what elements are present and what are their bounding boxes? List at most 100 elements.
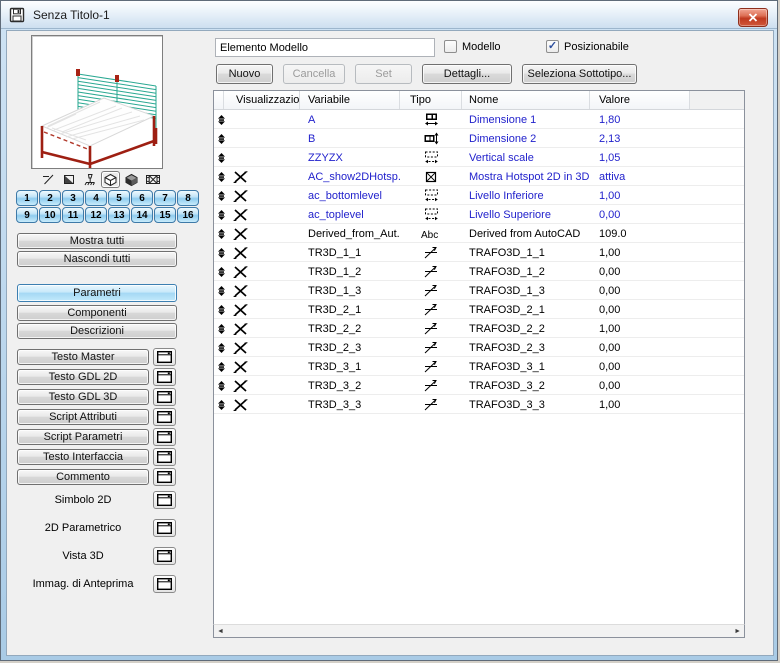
name-cell[interactable]: TRAFO3D_2_1 xyxy=(462,304,590,316)
variable-cell[interactable]: ac_bottomlevel xyxy=(300,190,400,202)
table-row[interactable]: AC_show2DHotsp...Mostra Hotspot 2D in 3D… xyxy=(214,167,744,186)
horizontal-scrollbar[interactable]: ◄ ► xyxy=(213,624,745,638)
value-cell[interactable]: 0,00 xyxy=(590,361,690,373)
name-cell[interactable]: Livello Superiore xyxy=(462,209,590,221)
page-button-1[interactable]: 1 xyxy=(16,190,38,206)
variable-cell[interactable]: ac_toplevel xyxy=(300,209,400,221)
variable-cell[interactable]: TR3D_2_1 xyxy=(300,304,400,316)
value-cell[interactable]: 0,00 xyxy=(590,304,690,316)
scroll-right-icon[interactable]: ► xyxy=(734,628,741,635)
move-updown-icon[interactable] xyxy=(217,399,233,411)
page-button-11[interactable]: 11 xyxy=(62,207,84,223)
value-cell[interactable]: 1,80 xyxy=(590,114,690,126)
hidden-parameter-icon[interactable] xyxy=(233,228,253,240)
page-button-5[interactable]: 5 xyxy=(108,190,130,206)
table-row[interactable]: TR3D_3_1TRAFO3D_3_10,00 xyxy=(214,357,744,376)
table-row[interactable]: ac_toplevelLivello Superiore0,00 xyxy=(214,205,744,224)
scroll-left-icon[interactable]: ◄ xyxy=(217,628,224,635)
value-cell[interactable]: 0,00 xyxy=(590,342,690,354)
name-cell[interactable]: TRAFO3D_2_2 xyxy=(462,323,590,335)
hidden-parameter-icon[interactable] xyxy=(233,209,253,221)
open-cube-icon[interactable] xyxy=(101,171,120,188)
name-cell[interactable]: TRAFO3D_1_3 xyxy=(462,285,590,297)
hidden-parameter-icon[interactable] xyxy=(233,380,253,392)
name-cell[interactable]: TRAFO3D_1_1 xyxy=(462,247,590,259)
value-cell[interactable]: 1,05 xyxy=(590,152,690,164)
open-testo-gdl-2d-window-button[interactable] xyxy=(153,368,176,386)
page-button-16[interactable]: 16 xyxy=(177,207,199,223)
testo-master-button[interactable]: Testo Master xyxy=(17,349,149,365)
nascondi-tutti-button[interactable]: Nascondi tutti xyxy=(17,251,177,267)
page-button-12[interactable]: 12 xyxy=(85,207,107,223)
open-2d-parametrico-window-button[interactable] xyxy=(153,519,176,537)
page-button-6[interactable]: 6 xyxy=(131,190,153,206)
table-row[interactable]: ac_bottomlevel Livello Inferiore1,00 xyxy=(214,186,744,205)
variable-cell[interactable]: AC_show2DHotsp... xyxy=(300,171,400,183)
open-immag-di-anteprima-window-button[interactable] xyxy=(153,575,176,593)
variable-cell[interactable]: TR3D_1_1 xyxy=(300,247,400,259)
hidden-parameter-icon[interactable] xyxy=(233,285,253,297)
value-cell[interactable]: 0,00 xyxy=(590,285,690,297)
page-button-2[interactable]: 2 xyxy=(39,190,61,206)
table-row[interactable]: TR3D_2_1 TRAFO3D_2_10,00 xyxy=(214,300,744,319)
nuovo-button[interactable]: Nuovo xyxy=(216,64,273,84)
componenti-button[interactable]: Componenti xyxy=(17,305,177,321)
column-header-tipo[interactable]: Tipo xyxy=(400,91,462,109)
open-script-attributi-window-button[interactable] xyxy=(153,408,176,426)
wireframe-icon[interactable] xyxy=(38,171,57,188)
close-button[interactable] xyxy=(738,8,768,27)
table-row[interactable]: TR3D_1_2 TRAFO3D_1_20,00 xyxy=(214,262,744,281)
open-vista-3d-window-button[interactable] xyxy=(153,547,176,565)
hidden-parameter-icon[interactable] xyxy=(233,323,253,335)
page-button-14[interactable]: 14 xyxy=(131,207,153,223)
table-row[interactable]: TR3D_2_2TRAFO3D_2_21,00 xyxy=(214,319,744,338)
page-button-8[interactable]: 8 xyxy=(177,190,199,206)
table-row[interactable]: TR3D_2_3TRAFO3D_2_30,00 xyxy=(214,338,744,357)
table-row[interactable]: TR3D_1_1 TRAFO3D_1_11,00 xyxy=(214,243,744,262)
variable-cell[interactable]: A xyxy=(300,114,400,126)
move-updown-icon[interactable] xyxy=(217,152,233,164)
shaded-icon[interactable] xyxy=(80,171,99,188)
move-updown-icon[interactable] xyxy=(217,361,233,373)
move-updown-icon[interactable] xyxy=(217,171,233,183)
name-cell[interactable]: TRAFO3D_1_2 xyxy=(462,266,590,278)
open-testo-gdl-3d-window-button[interactable] xyxy=(153,388,176,406)
dettagli-button[interactable]: Dettagli... xyxy=(422,64,512,84)
value-cell[interactable]: 0,00 xyxy=(590,266,690,278)
page-button-15[interactable]: 15 xyxy=(154,207,176,223)
name-cell[interactable]: Livello Inferiore xyxy=(462,190,590,202)
hidden-parameter-icon[interactable] xyxy=(233,266,253,278)
move-updown-icon[interactable] xyxy=(217,304,233,316)
variable-cell[interactable]: TR3D_3_1 xyxy=(300,361,400,373)
open-testo-interfaccia-window-button[interactable] xyxy=(153,448,176,466)
table-row[interactable]: Derived_from_Aut...AbcDerived from AutoC… xyxy=(214,224,744,243)
page-button-3[interactable]: 3 xyxy=(62,190,84,206)
name-cell[interactable]: Vertical scale xyxy=(462,152,590,164)
variable-cell[interactable]: TR3D_1_3 xyxy=(300,285,400,297)
solid-cube-icon[interactable] xyxy=(122,171,141,188)
variable-cell[interactable]: Derived_from_Aut... xyxy=(300,228,400,240)
mostra-tutti-button[interactable]: Mostra tutti xyxy=(17,233,177,249)
move-updown-icon[interactable] xyxy=(217,133,233,145)
table-row[interactable]: TR3D_3_2TRAFO3D_3_20,00 xyxy=(214,376,744,395)
column-header-nome[interactable]: Nome xyxy=(462,91,590,109)
hidden-parameter-icon[interactable] xyxy=(233,190,253,202)
checkbox-box-icon[interactable] xyxy=(444,40,457,53)
variable-cell[interactable]: TR3D_1_2 xyxy=(300,266,400,278)
name-cell[interactable]: Derived from AutoCAD xyxy=(462,228,590,240)
hidden-parameter-icon[interactable] xyxy=(233,399,253,411)
column-header-valore[interactable]: Valore xyxy=(590,91,690,109)
value-cell[interactable]: 1,00 xyxy=(590,247,690,259)
open-script-parametri-window-button[interactable] xyxy=(153,428,176,446)
table-row[interactable]: ZZYZXVertical scale1,05 xyxy=(214,148,744,167)
move-updown-icon[interactable] xyxy=(217,114,233,126)
animation-icon[interactable] xyxy=(143,171,162,188)
value-cell[interactable]: 109.0 xyxy=(590,228,690,240)
page-button-13[interactable]: 13 xyxy=(108,207,130,223)
testo-gdl-3d-button[interactable]: Testo GDL 3D xyxy=(17,389,149,405)
variable-cell[interactable]: TR3D_3_2 xyxy=(300,380,400,392)
variable-cell[interactable]: TR3D_2_3 xyxy=(300,342,400,354)
name-cell[interactable]: Dimensione 2 xyxy=(462,133,590,145)
checkbox-posizionabile[interactable]: ✓Posizionabile xyxy=(546,40,629,53)
value-cell[interactable]: 1,00 xyxy=(590,190,690,202)
